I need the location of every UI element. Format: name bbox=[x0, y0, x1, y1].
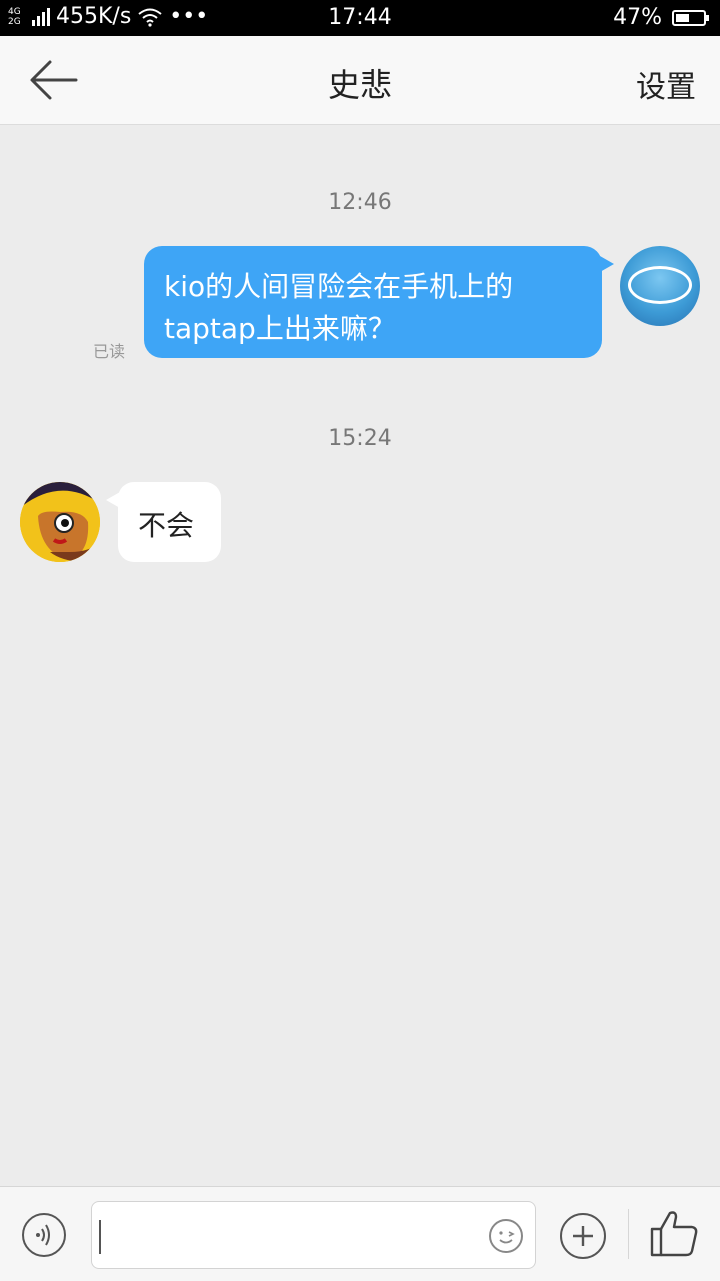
page-title: 史悲 bbox=[327, 66, 392, 104]
text-cursor bbox=[99, 1220, 101, 1254]
input-bar bbox=[0, 1186, 720, 1281]
chat-header: 史悲 设置 bbox=[0, 36, 720, 125]
thumbs-up-icon[interactable] bbox=[648, 1207, 700, 1259]
read-receipt: 已读 bbox=[93, 342, 126, 361]
message-input[interactable] bbox=[91, 1201, 536, 1269]
message-text-line: kio的人间冒险会在手机上的 bbox=[164, 270, 514, 303]
emoji-icon[interactable] bbox=[489, 1219, 523, 1253]
plus-icon[interactable] bbox=[560, 1213, 606, 1259]
battery-percent: 47% bbox=[613, 5, 662, 30]
divider bbox=[628, 1209, 629, 1259]
avatar[interactable] bbox=[20, 482, 100, 562]
status-right: 47% bbox=[613, 5, 709, 30]
status-bar: 4G 2G 455K/s ••• 17:44 47% bbox=[0, 0, 720, 36]
voice-icon[interactable] bbox=[22, 1213, 66, 1257]
cloud-icon bbox=[628, 266, 692, 304]
message-text-line: taptap上出来嘛？ bbox=[164, 312, 396, 345]
battery-icon bbox=[672, 9, 709, 26]
status-time: 17:44 bbox=[328, 5, 392, 30]
outgoing-message-bubble[interactable]: kio的人间冒险会在手机上的 taptap上出来嘛？ bbox=[144, 246, 614, 358]
character-avatar-icon bbox=[20, 482, 100, 562]
message-timestamp: 12:46 bbox=[328, 190, 392, 215]
message-timestamp: 15:24 bbox=[328, 426, 392, 451]
incoming-message-bubble[interactable]: 不会 bbox=[106, 482, 221, 562]
avatar[interactable] bbox=[620, 246, 700, 326]
settings-button[interactable]: 设置 bbox=[636, 62, 696, 106]
